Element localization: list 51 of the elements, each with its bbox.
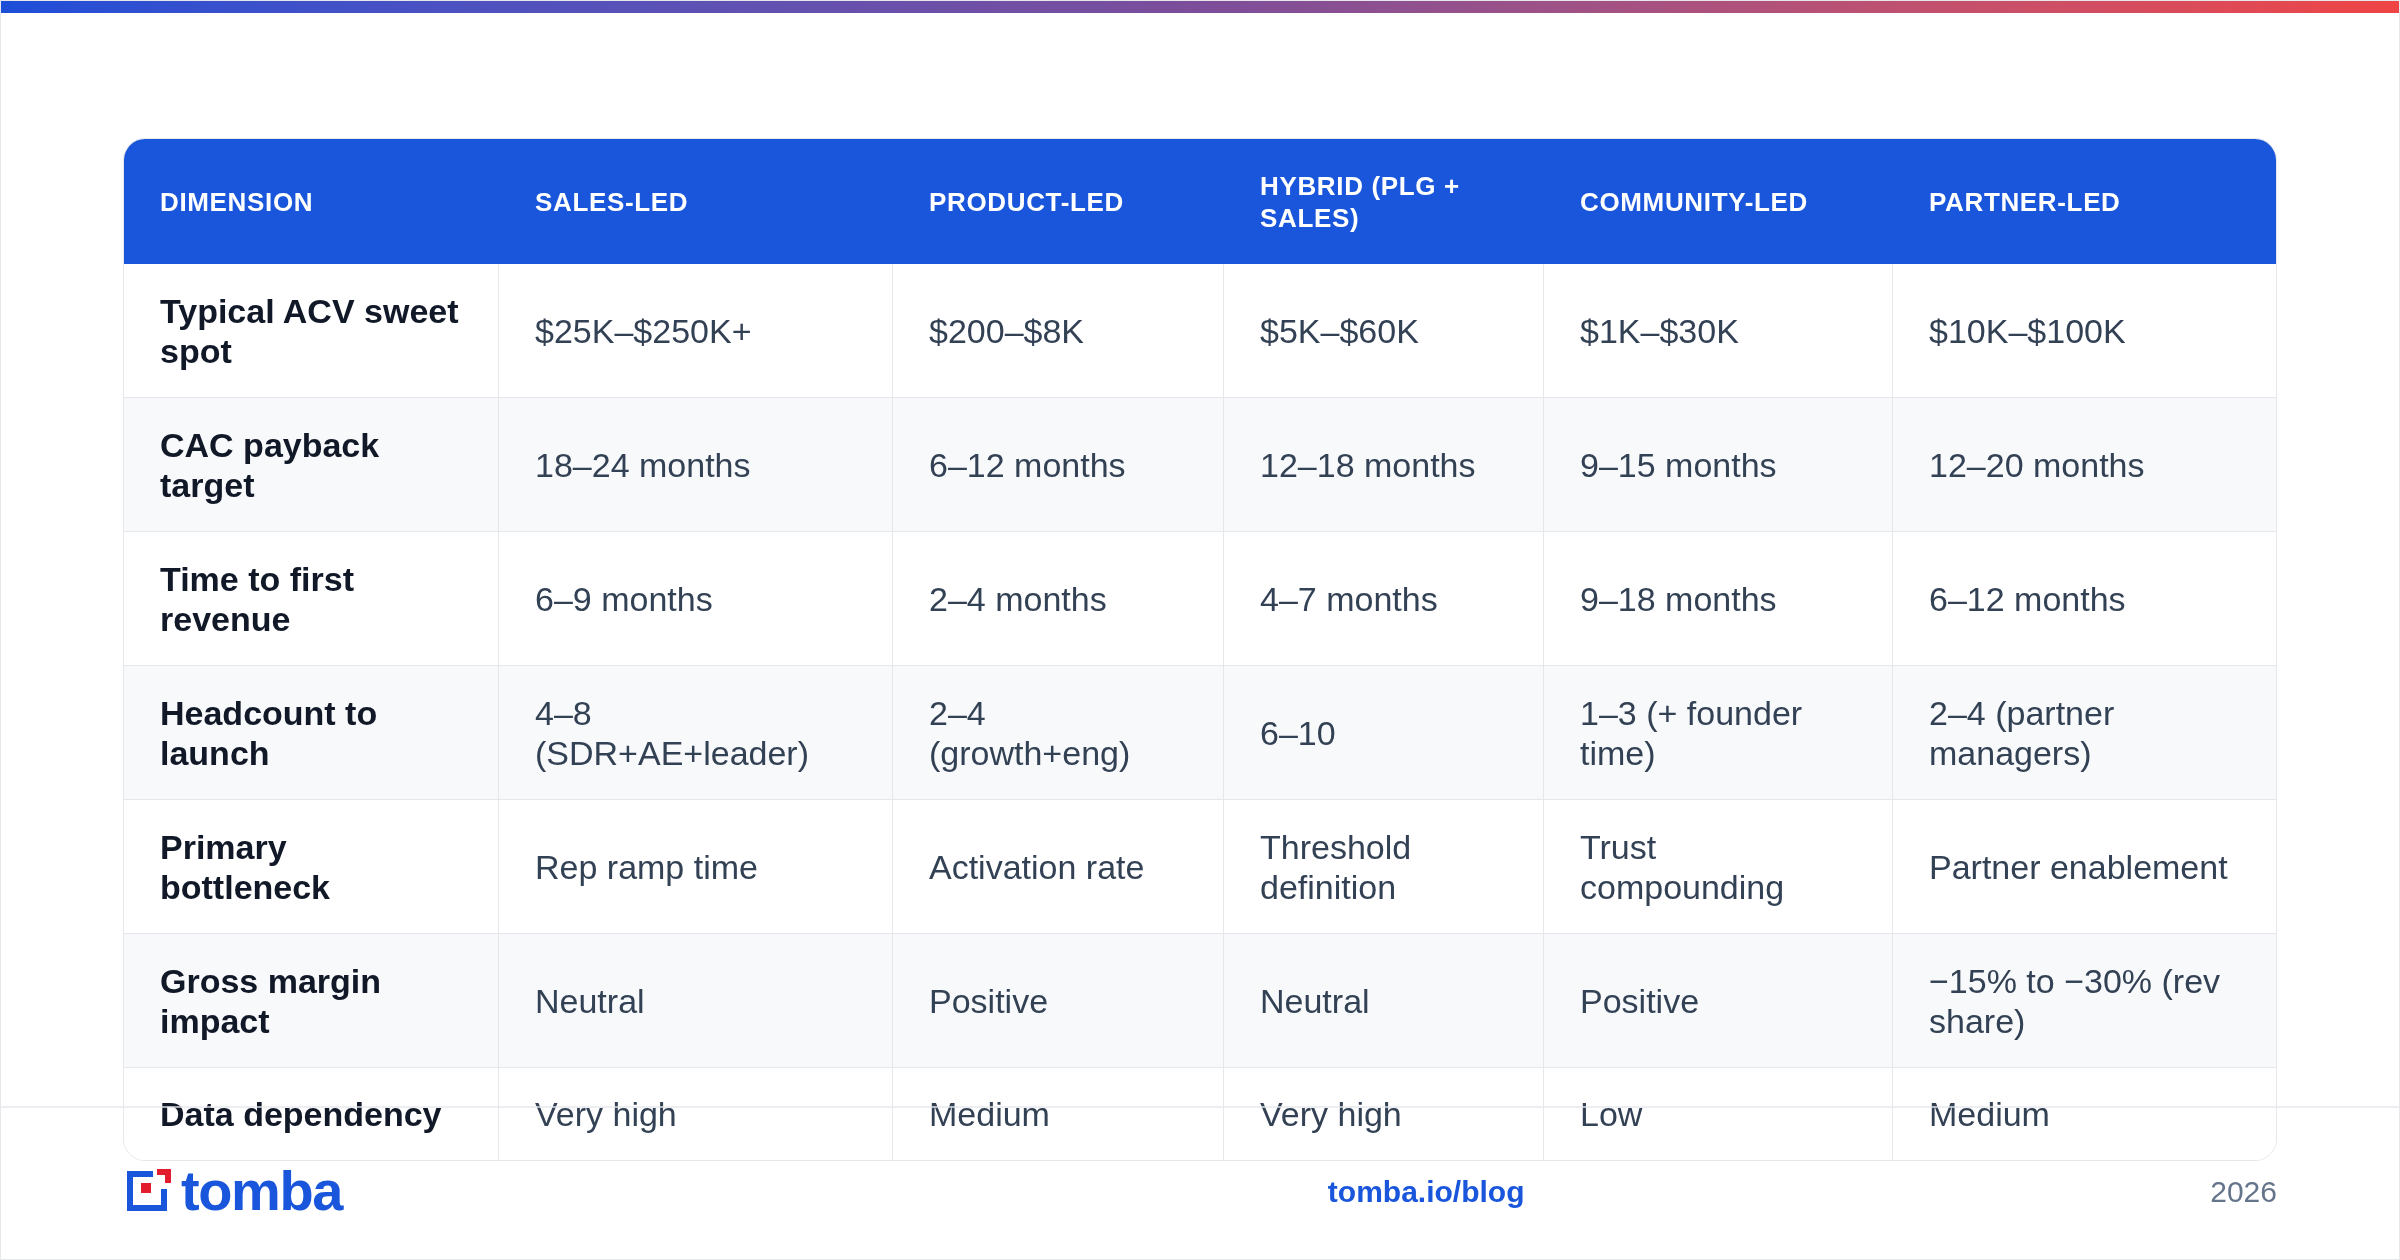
row-label: Time to first revenue xyxy=(160,558,355,639)
table-cell: Medium xyxy=(929,1094,1050,1134)
table-cell: Low xyxy=(1580,1094,1643,1134)
table-cell: 6–12 months xyxy=(929,444,1126,485)
table-cell: $10K–$100K xyxy=(1929,310,2126,351)
blog-link[interactable]: tomba.io/blog xyxy=(1327,1168,1525,1214)
row-label: Primary bottleneck xyxy=(160,826,332,907)
table-cell-text: Trust compounding xyxy=(1580,826,1786,907)
column-header: SALES-LED xyxy=(535,185,689,218)
row-label: Headcount to launch xyxy=(160,692,379,773)
table-cell: 6–12 months xyxy=(1929,578,2126,619)
table-cell: Neutral xyxy=(535,980,645,1021)
table-cell: 9–18 months xyxy=(1580,578,1777,619)
column-header: PARTNER-LED xyxy=(1929,185,2121,218)
table-cell: Neutral xyxy=(1260,980,1370,1021)
table-cell: 12–20 months xyxy=(1929,444,2145,485)
table-cell: $200–$8K xyxy=(929,310,1085,351)
table-cell: 12–18 months xyxy=(1260,444,1476,485)
table-cell: Partner enablement xyxy=(1929,846,2228,887)
table-cell: Positive xyxy=(929,980,1049,1021)
row-label: CAC payback target xyxy=(160,424,381,505)
table-cell: 9–15 months xyxy=(1580,444,1777,485)
row-label: Data dependency xyxy=(160,1094,442,1134)
column-header: COMMUNITY-LED xyxy=(1580,185,1808,218)
table-cell: $5K–$60K xyxy=(1260,310,1419,351)
column-header: HYBRID (PLG + SALES) xyxy=(1260,169,1461,234)
table-cell: Medium xyxy=(1929,1094,2050,1134)
table-cell: 18–24 months xyxy=(535,444,751,485)
table-cell: $1K–$30K xyxy=(1580,310,1739,351)
column-header: DIMENSION xyxy=(160,185,314,218)
year-label: 2026 xyxy=(2210,1173,2277,1210)
table-cell-text: 1–3 (+ founder time) xyxy=(1580,692,1804,773)
table-cell-text: 4–8 (SDR+AE+leader) xyxy=(535,692,810,773)
table-cell: 2–4 months xyxy=(929,578,1107,619)
table-cell-text: −15% to −30% (rev share) xyxy=(1929,960,2222,1041)
table-cell-text: 2–4 (growth+eng) xyxy=(929,692,1132,773)
table-cell: Very high xyxy=(1260,1094,1402,1134)
row-label: Gross margin impact xyxy=(160,960,383,1041)
table-cell: Rep ramp time xyxy=(535,846,758,887)
row-label: Typical ACV sweet spot xyxy=(160,290,460,371)
table-cell: 4–7 months xyxy=(1260,578,1438,619)
table-cell: Very high xyxy=(535,1094,677,1134)
table-cell: 6–9 months xyxy=(535,578,713,619)
table-cell-text: 2–4 (partner managers) xyxy=(1929,692,2116,773)
table-cell: $25K–$250K+ xyxy=(535,310,752,351)
table-cell: Activation rate xyxy=(929,846,1145,887)
table-cell: Positive xyxy=(1580,980,1700,1021)
brand-logo: tomba xyxy=(123,1163,342,1219)
column-header: PRODUCT-LED xyxy=(929,185,1124,218)
table-cell: 6–10 xyxy=(1260,712,1336,753)
table-cell-text: Threshold definition xyxy=(1260,826,1413,907)
